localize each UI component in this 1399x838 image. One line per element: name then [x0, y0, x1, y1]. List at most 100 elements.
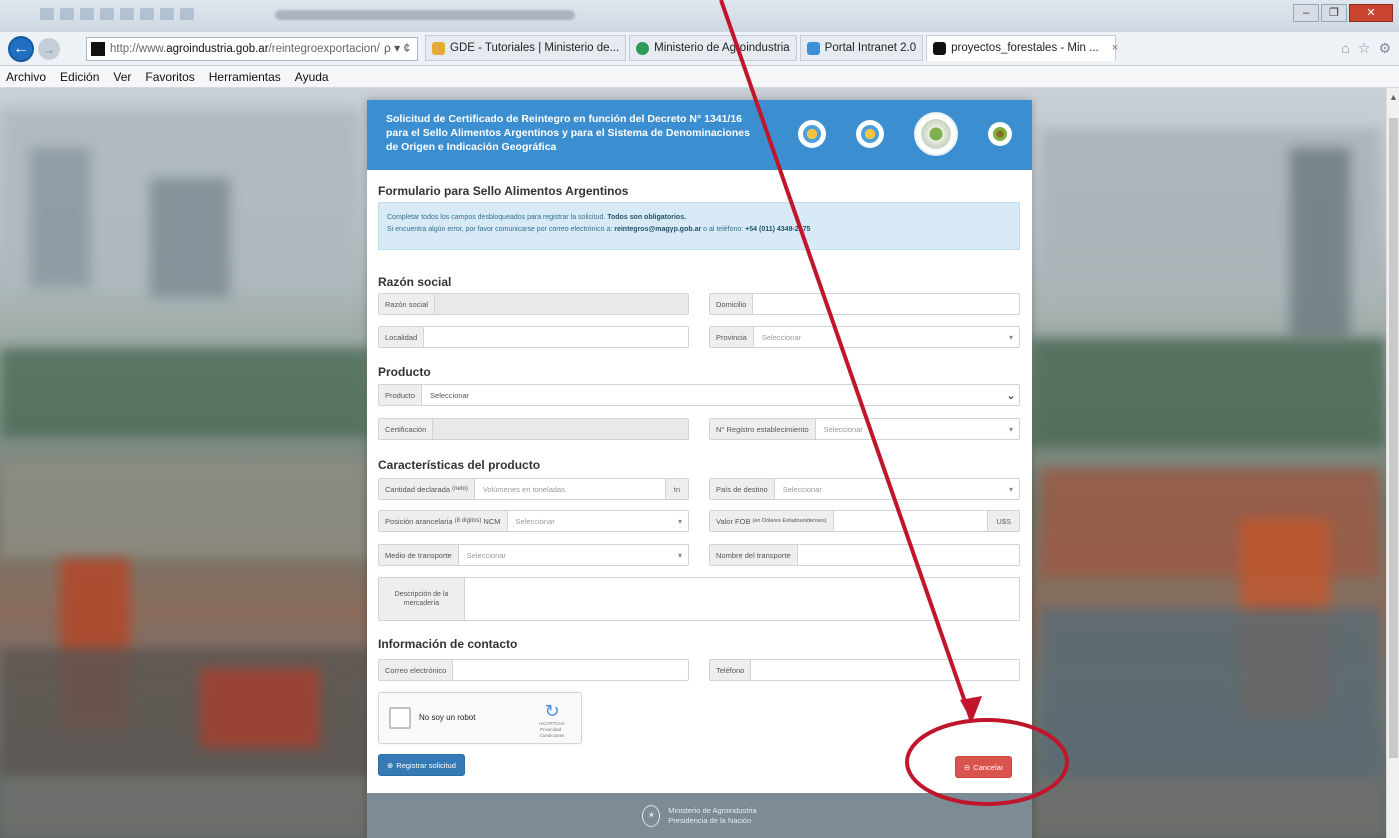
section-caracteristicas: Características del producto [378, 458, 541, 472]
tab-portal-intranet[interactable]: Portal Intranet 2.0 [799, 35, 924, 61]
footer-presidency: Presidencia de la Nación [668, 815, 752, 825]
site-favicon-icon [91, 42, 105, 56]
label-text: NCM [483, 516, 501, 526]
tab-proyectos-forestales[interactable]: proyectos_forestales - Min ... × [926, 35, 1118, 61]
cantidad-declarada-field[interactable]: Cantidad declarada (neto) Volúmenes en to… [378, 478, 689, 500]
arrow-right-icon: → [42, 41, 56, 57]
select-placeholder: Seleccionar [466, 550, 506, 560]
bg-containers-blue [1040, 608, 1380, 788]
chevron-down-icon: ▾ [677, 550, 682, 560]
field-label: Producto [379, 385, 423, 405]
info-text: Si encuentra algún error, por favor comu… [387, 226, 615, 233]
national-emblem-icon: ☀ [642, 804, 661, 827]
nombre-transporte-field[interactable]: Nombre del transporte [709, 544, 1020, 566]
section-producto: Producto [378, 365, 431, 379]
valor-fob-field[interactable]: Valor FOB (en Dólares Estadounidenses) U$… [709, 510, 1020, 532]
back-button[interactable]: ← [8, 36, 34, 62]
register-button[interactable]: ⊕ Registrar solicitud [378, 754, 465, 776]
field-value [433, 419, 688, 439]
cancel-button[interactable]: ⊖ Cancelar [955, 756, 1013, 778]
bg-trees-right [1030, 338, 1386, 448]
logo-leaf-icon [988, 122, 1012, 146]
certificacion-field: Certificación [378, 418, 689, 440]
forward-button[interactable]: → [38, 38, 60, 60]
tab-favicon-icon [933, 41, 947, 55]
tab-label: proyectos_forestales - Min ... [951, 42, 1099, 54]
field-label: Posición arancelaria (8 dígitos) NCM [379, 511, 508, 531]
close-tab-icon[interactable]: × [1112, 42, 1118, 54]
menu-ayuda[interactable]: Ayuda [295, 70, 329, 84]
pais-destino-select[interactable]: País de destino Seleccionar ▾ [709, 478, 1020, 500]
logo-sun-icon [798, 120, 826, 148]
chevron-down-icon: ▾ [1008, 332, 1013, 342]
minimize-button[interactable]: – [1293, 4, 1319, 22]
medio-transporte-select[interactable]: Medio de transporte Seleccionar ▾ [378, 544, 689, 566]
chevron-down-icon: ⌄ [1006, 389, 1016, 402]
telefono-field[interactable]: Teléfono [709, 659, 1020, 681]
vertical-scrollbar[interactable]: ▲ [1386, 88, 1399, 838]
field-label: País de destino [710, 479, 775, 499]
producto-select[interactable]: Producto Seleccionar ⌄ [378, 384, 1020, 406]
registro-establecimiento-select[interactable]: N° Registro establecimiento Seleccionar ▾ [709, 418, 1020, 440]
menu-favoritos[interactable]: Favoritos [145, 70, 194, 84]
window-title [275, 10, 575, 20]
descripcion-textarea[interactable]: Descripción de la mercadería [378, 577, 1020, 621]
close-window-button[interactable]: ✕ [1349, 4, 1393, 22]
field-label: Correo electrónico [379, 660, 454, 680]
tab-gde[interactable]: GDE - Tutoriales | Ministerio de... [425, 35, 627, 61]
window-controls: – ❐ ✕ [1293, 4, 1393, 22]
info-text: Completar todos los campos desbloqueados… [387, 214, 608, 221]
bg-trees-left [0, 348, 370, 438]
select-placeholder: Seleccionar [823, 424, 863, 434]
posicion-arancelaria-select[interactable]: Posición arancelaria (8 dígitos) NCM Sele… [378, 510, 689, 532]
menu-ver[interactable]: Ver [113, 70, 131, 84]
chevron-down-icon: ▾ [1008, 484, 1013, 494]
plus-circle-icon: ⊕ [387, 760, 394, 770]
menu-archivo[interactable]: Archivo [6, 70, 46, 84]
section-contacto: Información de contacto [378, 637, 518, 651]
field-label: Nombre del transporte [710, 545, 798, 565]
tab-label: GDE - Tutoriales | Ministerio de... [450, 42, 620, 54]
select-placeholder: Seleccionar [515, 516, 555, 526]
url-input[interactable]: http://www. agroindustria.gob.ar/reintegr… [86, 37, 418, 61]
gear-icon[interactable]: ⚙ [1378, 40, 1391, 57]
tab-label: Ministerio de Agroindustria [654, 42, 790, 54]
field-label: Provincia [710, 327, 754, 347]
domicilio-field[interactable]: Domicilio [709, 293, 1020, 315]
menu-herramientas[interactable]: Herramientas [209, 70, 281, 84]
menu-edicion[interactable]: Edición [60, 70, 99, 84]
cancel-button-label: Cancelar [973, 762, 1004, 772]
minus-circle-icon: ⊖ [964, 762, 971, 772]
form-header-title: Solicitud de Certificado de Reintegro en… [386, 113, 750, 153]
scrollbar-thumb[interactable] [1389, 118, 1398, 758]
bg-water-left [0, 458, 370, 558]
tab-ministerio[interactable]: Ministerio de Agroindustria [629, 35, 797, 61]
url-domain: agroindustria.gob.ar [166, 43, 269, 55]
field-label: Teléfono [710, 660, 752, 680]
contact-email-link[interactable]: reintegros@magyp.gob.ar [614, 226, 701, 233]
label-text: Posición arancelaria [385, 516, 453, 526]
form-header: Solicitud de Certificado de Reintegro en… [367, 100, 1032, 170]
home-icon[interactable]: ⌂ [1341, 40, 1349, 57]
field-value [434, 294, 688, 314]
star-icon[interactable]: ☆ [1358, 40, 1371, 57]
email-field[interactable]: Correo electrónico [378, 659, 689, 681]
recaptcha-checkbox[interactable] [389, 707, 411, 729]
field-label: Certificación [379, 419, 434, 439]
recaptcha-terms[interactable]: Privacidad - Condiciones [535, 727, 569, 739]
register-button-label: Registrar solicitud [396, 760, 456, 770]
provincia-select[interactable]: Provincia Seleccionar ▾ [709, 326, 1020, 348]
info-text: o al teléfono: [701, 226, 746, 233]
footer-text: Ministerio de Agroindustria Presidencia … [668, 806, 756, 826]
form-subtitle: Formulario para Sello Alimentos Argentin… [378, 184, 629, 198]
restore-button[interactable]: ❐ [1321, 4, 1347, 22]
url-controls[interactable]: ρ ▾ ¢ [384, 41, 410, 55]
bg-containers-red [200, 668, 320, 748]
info-line-2: Si encuentra algún error, por favor comu… [387, 224, 1011, 236]
tab-favicon-icon [806, 41, 820, 55]
scroll-up-icon[interactable]: ▲ [1389, 92, 1398, 102]
label-subtext: (8 dígitos) [454, 518, 482, 524]
info-alert: Completar todos los campos desbloqueados… [378, 202, 1020, 250]
localidad-field[interactable]: Localidad [378, 326, 689, 348]
field-label: Cantidad declarada (neto) [379, 479, 475, 499]
